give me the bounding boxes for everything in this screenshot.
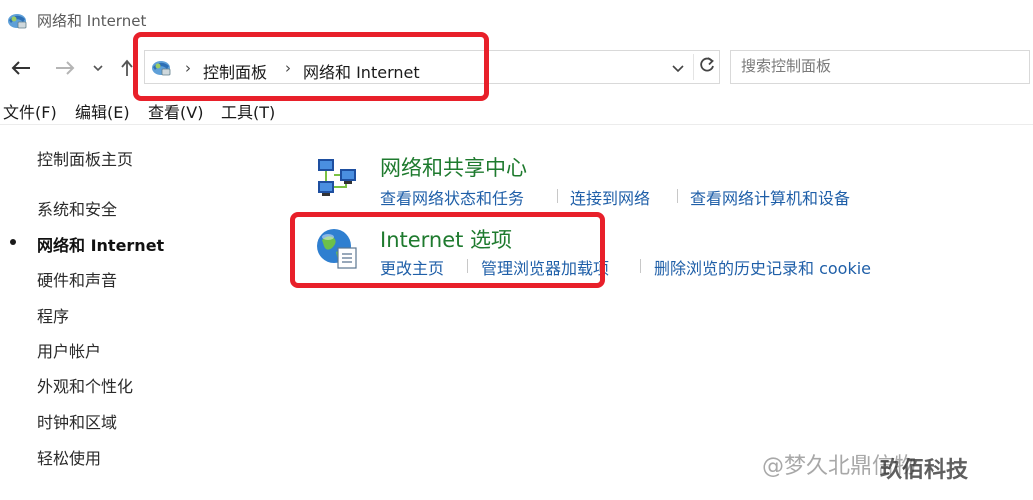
task-separator <box>677 189 678 203</box>
sidebar-item-clock-region[interactable]: 时钟和区域 <box>37 409 117 433</box>
task-separator <box>557 189 558 203</box>
back-arrow-icon <box>10 60 32 76</box>
recent-locations-button[interactable] <box>88 56 108 80</box>
task-link-delete-history[interactable]: 删除浏览的历史记录和 cookie <box>654 255 871 279</box>
sidebar-item-ease-of-access[interactable]: 轻松使用 <box>37 445 101 469</box>
internet-options-highlight-annotation <box>290 212 605 288</box>
refresh-button[interactable] <box>693 54 720 80</box>
sidebar-item-programs[interactable]: 程序 <box>37 303 69 327</box>
task-link-connect-network[interactable]: 连接到网络 <box>570 185 650 209</box>
menu-edit[interactable]: 编辑(E) <box>75 99 130 123</box>
address-history-button[interactable] <box>667 56 689 78</box>
watermark-overlay-text: 玖佰科技 <box>880 458 969 483</box>
back-button[interactable] <box>6 56 36 80</box>
chevron-down-icon <box>672 58 684 77</box>
refresh-icon <box>698 56 716 78</box>
forward-arrow-icon <box>54 60 76 76</box>
menu-bar: 文件(F) 编辑(E) 查看(V) 工具(T) <box>0 98 1033 125</box>
forward-button[interactable] <box>50 56 80 80</box>
active-bullet-icon <box>10 239 16 245</box>
task-link-view-network-computers[interactable]: 查看网络计算机和设备 <box>690 185 850 209</box>
address-highlight-annotation <box>133 32 489 101</box>
sidebar-item-hardware-sound[interactable]: 硬件和声音 <box>37 267 117 291</box>
sidebar: 控制面板主页 系统和安全 网络和 Internet 硬件和声音 程序 用户帐户 … <box>0 140 280 480</box>
sidebar-item-appearance[interactable]: 外观和个性化 <box>37 373 133 397</box>
control-panel-icon <box>6 10 28 30</box>
chevron-down-icon <box>92 64 104 72</box>
sidebar-item-home[interactable]: 控制面板主页 <box>37 146 133 170</box>
menu-file[interactable]: 文件(F) <box>3 99 57 123</box>
sidebar-item-network-internet: 网络和 Internet <box>37 236 165 255</box>
menu-view[interactable]: 查看(V) <box>148 99 203 123</box>
sidebar-item-system-security[interactable]: 系统和安全 <box>37 196 117 220</box>
window-title: 网络和 Internet <box>37 12 147 30</box>
category-title-network-sharing[interactable]: 网络和共享中心 <box>380 152 527 182</box>
up-arrow-icon <box>120 59 134 77</box>
network-sharing-center-icon[interactable] <box>316 155 360 203</box>
search-input[interactable] <box>731 51 1021 81</box>
search-box[interactable] <box>730 50 1030 84</box>
task-link-view-network-status[interactable]: 查看网络状态和任务 <box>380 185 524 209</box>
task-separator <box>640 259 641 273</box>
sidebar-item-user-accounts[interactable]: 用户帐户 <box>37 338 101 362</box>
menu-tools[interactable]: 工具(T) <box>221 99 275 123</box>
